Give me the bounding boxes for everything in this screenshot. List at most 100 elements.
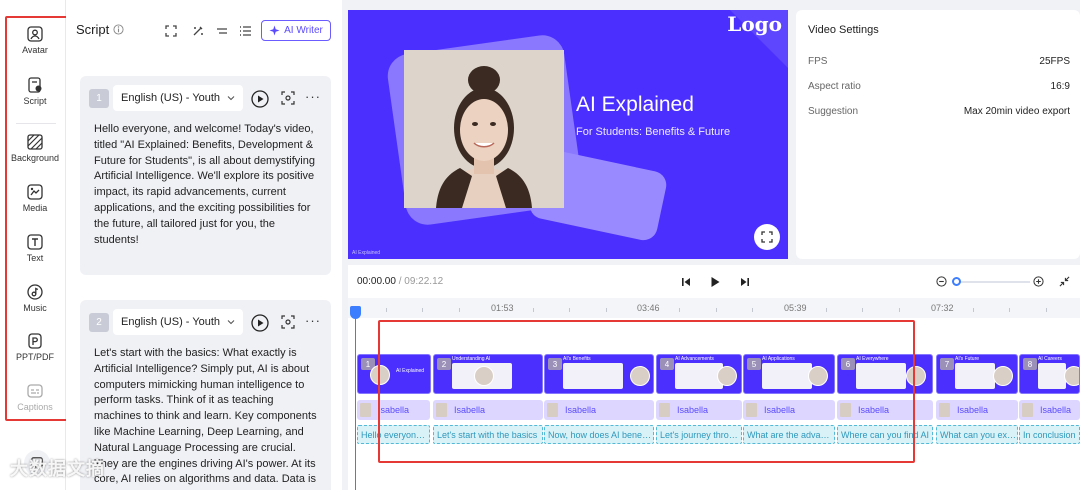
scene-number: 6 <box>841 358 855 370</box>
music-icon <box>27 284 43 300</box>
zoom-slider-track[interactable] <box>955 281 1030 283</box>
text-icon <box>27 234 43 250</box>
scene-number: 2 <box>437 358 451 370</box>
rail-item-script[interactable]: Script <box>8 77 62 106</box>
script-card-1: 1 English (US) - Youth ··· Hello everyon… <box>80 76 331 275</box>
scene-clip-1[interactable]: 1 AI Explained <box>357 354 431 394</box>
ruler-tick <box>679 308 680 312</box>
rail-item-avatar[interactable]: Avatar <box>8 26 62 55</box>
avatar-track-clip[interactable]: Isabella <box>656 400 742 420</box>
scan-icon[interactable] <box>281 315 295 329</box>
rail-label-media: Media <box>22 203 48 213</box>
scene-clip-3[interactable]: 3 AI's Benefits <box>544 354 654 394</box>
rail-item-captions[interactable]: Captions <box>8 383 62 412</box>
caption-clip[interactable]: Where can you find AI <box>837 425 933 444</box>
caption-clip[interactable]: Hello everyone, and welcome! <box>357 425 430 444</box>
info-icon[interactable] <box>113 24 124 35</box>
avatar-clip-name: Isabella <box>957 405 989 415</box>
avatar-portrait[interactable] <box>404 50 564 208</box>
avatar-thumb <box>547 403 558 417</box>
rail-label-text: Text <box>26 253 44 263</box>
scene-number: 3 <box>548 358 562 370</box>
scene-clip-2[interactable]: 2 Understanding AI <box>433 354 543 394</box>
script-card-2: 2 English (US) - Youth ··· Let's start w… <box>80 300 331 490</box>
playhead-line[interactable] <box>355 306 356 490</box>
script-header: Script <box>76 22 124 37</box>
avatar-track-clip[interactable]: Isabella <box>357 400 430 420</box>
settings-value: Max 20min video export <box>963 106 1070 117</box>
avatar-track-clip[interactable]: Isabella <box>837 400 933 420</box>
expand-icon[interactable] <box>164 24 178 38</box>
rail-label-script: Script <box>23 96 47 106</box>
avatar-track-clip[interactable]: Isabella <box>936 400 1018 420</box>
scene-avatar-thumb <box>717 366 737 386</box>
voice-language-select[interactable]: English (US) - Youth <box>113 85 243 111</box>
settings-row-fps: FPS 25FPS <box>808 56 1070 67</box>
scene-label: AI Careers <box>1038 356 1062 362</box>
scan-icon[interactable] <box>281 91 295 105</box>
scene-clip-6[interactable]: 6 AI Everywhere <box>837 354 933 394</box>
play-voice-icon[interactable] <box>251 314 269 332</box>
more-options-icon[interactable]: ··· <box>305 89 321 104</box>
script-panel: Script AI Writer 1 English (US) - Youth … <box>66 0 342 490</box>
voice-language-select[interactable]: English (US) - Youth <box>113 309 243 335</box>
avatar-track-clip[interactable]: Isabella <box>1019 400 1080 420</box>
playhead-handle[interactable] <box>350 306 361 319</box>
rail-divider <box>16 123 56 124</box>
rail-item-music[interactable]: Music <box>8 284 62 313</box>
ruler-label: 05:39 <box>784 303 807 313</box>
avatar-track-clip[interactable]: Isabella <box>544 400 654 420</box>
magic-edit-icon[interactable] <box>191 24 205 38</box>
caption-clip[interactable]: Now, how does AI benefit you <box>544 425 654 444</box>
script-card-text[interactable]: Hello everyone, and welcome! Today's vid… <box>94 122 319 248</box>
play-icon[interactable] <box>709 276 721 288</box>
avatar-clip-name: Isabella <box>1040 405 1072 415</box>
scene-clip-7[interactable]: 7 AI's Future <box>936 354 1018 394</box>
ai-writer-button[interactable]: AI Writer <box>261 20 331 41</box>
avatar-clip-name: Isabella <box>764 405 796 415</box>
scene-slide-thumb <box>1038 363 1066 389</box>
zoom-slider-handle[interactable] <box>952 277 961 286</box>
avatar-track-clip[interactable]: Isabella <box>743 400 835 420</box>
caption-clip[interactable]: Let's journey through AI <box>656 425 742 444</box>
play-voice-icon[interactable] <box>251 90 269 108</box>
settings-label: Aspect ratio <box>808 81 861 92</box>
settings-row-suggestion: Suggestion Max 20min video export <box>808 106 1070 117</box>
scene-clip-8[interactable]: 8 AI Careers <box>1019 354 1080 394</box>
zoom-out-icon[interactable] <box>936 276 947 287</box>
align-icon[interactable] <box>215 24 229 38</box>
scene-avatar-thumb <box>993 366 1013 386</box>
list-icon[interactable] <box>238 24 252 38</box>
scene-label: AI's Future <box>955 356 980 362</box>
rail-item-background[interactable]: Background <box>8 134 62 163</box>
rail-item-media[interactable]: Media <box>8 184 62 213</box>
skip-forward-icon[interactable] <box>739 276 751 288</box>
ruler-tick <box>569 308 570 312</box>
skip-back-icon[interactable] <box>680 276 692 288</box>
scene-clip-4[interactable]: 4 AI Advancements <box>656 354 742 394</box>
caption-clip[interactable]: What are the advancements <box>743 425 835 444</box>
scene-avatar-thumb <box>808 366 828 386</box>
scene-avatar-thumb <box>906 366 926 386</box>
script-card-text[interactable]: Let's start with the basics: What exactl… <box>94 346 319 488</box>
avatar-clip-name: Isabella <box>454 405 486 415</box>
caption-clip[interactable]: What can you expect <box>936 425 1018 444</box>
preview-footer: AI Explained <box>352 250 381 256</box>
scene-avatar-thumb <box>1064 366 1079 386</box>
avatar-track-clip[interactable]: Isabella <box>433 400 543 420</box>
avatar-thumb <box>1022 403 1033 417</box>
caption-clip[interactable]: In conclusion <box>1019 425 1080 444</box>
timeline-ruler[interactable] <box>348 298 1080 318</box>
caption-clip[interactable]: Let's start with the basics <box>433 425 543 444</box>
rail-item-text[interactable]: Text <box>8 234 62 263</box>
voice-language-value: English (US) - Youth <box>121 316 221 328</box>
zoom-in-icon[interactable] <box>1033 276 1044 287</box>
scene-clip-5[interactable]: 5 AI Applications <box>743 354 835 394</box>
rail-item-ppt-pdf[interactable]: PPT/PDF <box>8 333 62 362</box>
more-options-icon[interactable]: ··· <box>305 313 321 328</box>
fullscreen-button[interactable] <box>754 224 780 250</box>
ruler-label: 07:32 <box>931 303 954 313</box>
collapse-icon[interactable] <box>1059 276 1070 287</box>
rail-label-avatar: Avatar <box>22 45 48 55</box>
timecode: 00:00.00 / 09:22.12 <box>357 276 443 287</box>
